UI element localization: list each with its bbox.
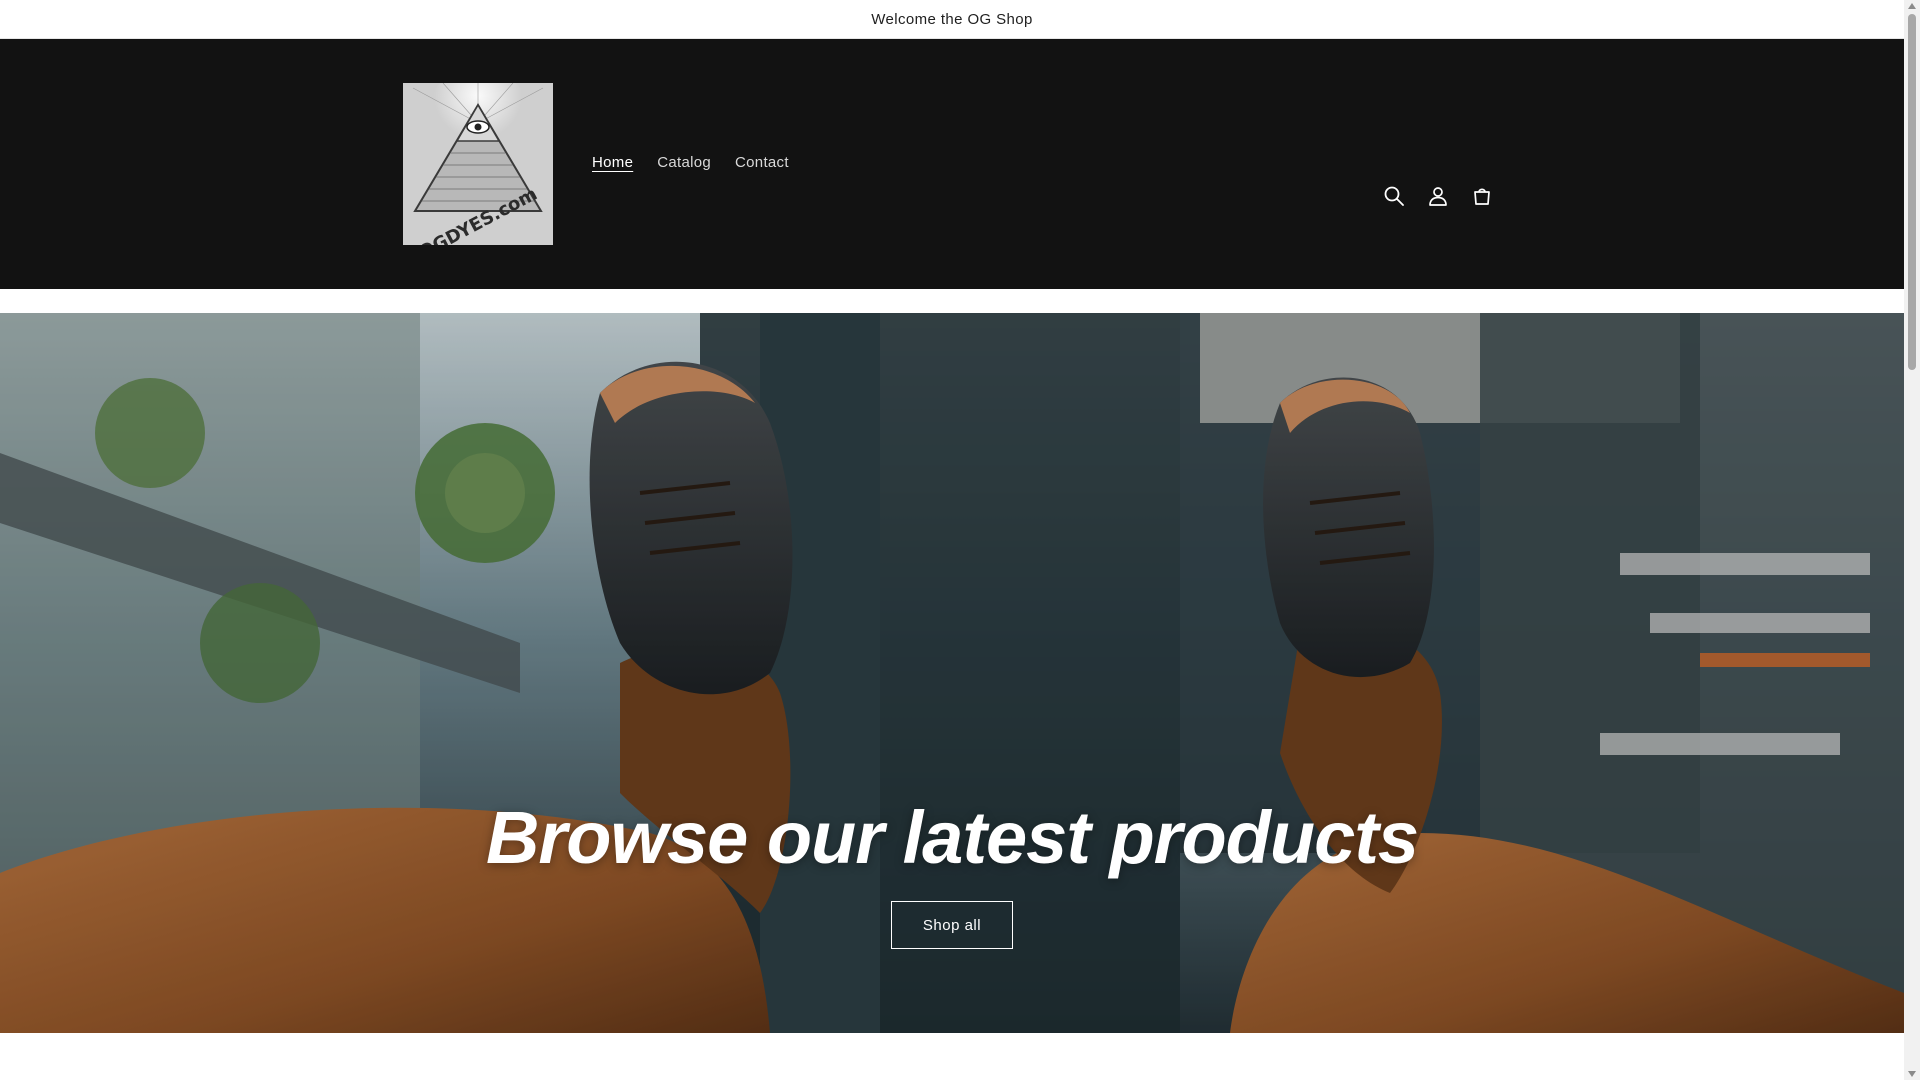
announcement-text: Welcome the OG Shop [871,10,1033,28]
nav-item-home[interactable]: Home [592,153,633,173]
shop-all-button[interactable]: Shop all [891,901,1013,949]
cart-icon [1474,188,1490,205]
cart-button[interactable] [1470,184,1494,208]
hero-content: Browse our latest products Shop all [0,793,1904,949]
header-icons [1382,184,1494,208]
search-button[interactable] [1382,184,1406,208]
hero-banner: Browse our latest products Shop all [0,313,1904,1033]
nav-item-catalog[interactable]: Catalog [657,153,711,173]
page: Welcome the OG Shop OGDYES.com Home Cata… [0,0,1920,1080]
announcement-bar: Welcome the OG Shop [0,0,1904,39]
account-icon [1429,187,1447,206]
hero-title: Browse our latest products [485,796,1419,879]
main-nav: Home Catalog Contact [592,153,789,173]
search-icon [1384,186,1404,206]
scroll-down-arrow-icon[interactable] [1908,1071,1916,1077]
nav-item-contact[interactable]: Contact [735,153,789,173]
scroll-up-arrow-icon[interactable] [1908,3,1916,9]
logo[interactable]: OGDYES.com [403,83,553,245]
site-header: OGDYES.com Home Catalog Contact [0,39,1904,289]
pyramid-logo-icon: OGDYES.com [403,83,553,245]
account-button[interactable] [1426,184,1450,208]
scroll-thumb[interactable] [1908,14,1916,370]
scrollbar[interactable] [1904,0,1920,1080]
